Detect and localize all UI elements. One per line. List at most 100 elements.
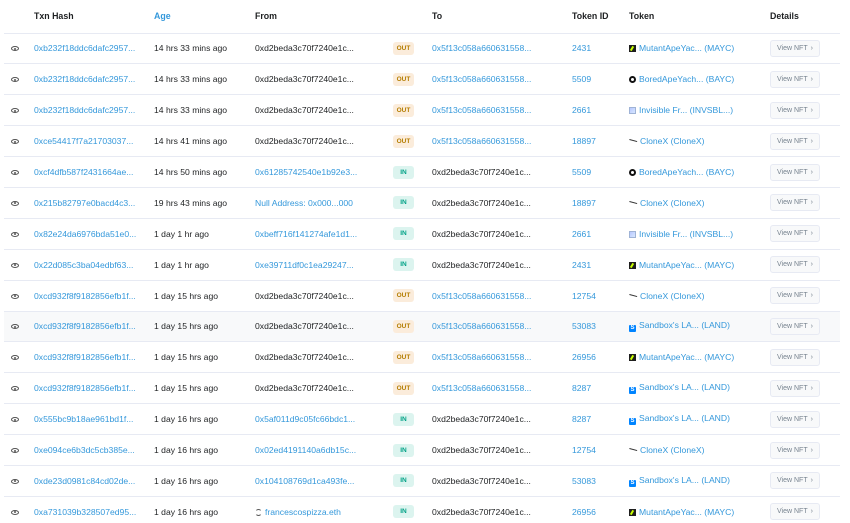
eye-icon[interactable] [11,77,19,83]
txn-hash-link[interactable]: 0x82e24da6976bda51e0... [34,229,136,239]
view-nft-button[interactable]: View NFT › [770,70,820,88]
from-address[interactable]: 0x61285742540e1b92e3... [255,167,357,177]
row-preview-cell[interactable] [4,403,34,436]
row-preview-cell[interactable] [4,341,34,374]
view-nft-button[interactable]: View NFT › [770,39,820,57]
txn-hash-link[interactable]: 0xcd932f8f9182856efb1f... [34,291,136,301]
to-address[interactable]: 0x5f13c058a660631558... [432,74,531,84]
row-preview-cell[interactable] [4,156,34,188]
row-preview-cell[interactable] [4,187,34,219]
eye-icon[interactable] [11,448,19,454]
row-preview-cell[interactable] [4,280,34,312]
txn-hash-link[interactable]: 0xb232f18ddc6dafc2957... [34,43,135,53]
from-address[interactable]: 0xe39711df0c1ea29247... [255,260,354,270]
txn-hash-link[interactable]: 0x555bc9b18ae961bd1f... [34,414,133,424]
row-preview-cell[interactable] [4,372,34,405]
eye-icon[interactable] [11,108,19,114]
token-link[interactable]: BoredApeYach... (BAYC) [639,74,734,84]
token-id-link[interactable]: 2431 [572,260,591,270]
token-link[interactable]: MutantApeYac... (MAYC) [639,507,734,517]
from-address[interactable]: 0x02ed4191140a6db15c... [255,445,356,455]
eye-icon[interactable] [11,46,19,52]
token-id-link[interactable]: 26956 [572,352,596,362]
to-address[interactable]: 0x5f13c058a660631558... [432,105,531,115]
token-id-link[interactable]: 2431 [572,43,591,53]
from-address[interactable]: 0x5af011d9c05fc66bdc1... [255,414,355,424]
eye-icon[interactable] [11,478,19,484]
row-preview-cell[interactable] [4,311,34,343]
view-nft-button[interactable]: View NFT › [770,132,820,150]
token-link[interactable]: MutantApeYac... (MAYC) [639,43,734,53]
txn-hash-link[interactable]: 0xcd932f8f9182856efb1f... [34,321,136,331]
view-nft-button[interactable]: View NFT › [770,101,820,119]
token-id-link[interactable]: 8287 [572,383,591,393]
token-id-link[interactable]: 53083 [572,321,596,331]
eye-icon[interactable] [11,324,19,330]
eye-icon[interactable] [11,200,19,206]
header-age[interactable]: Age [154,0,255,34]
txn-hash-link[interactable]: 0xde23d0981c84cd02de... [34,476,135,486]
token-link[interactable]: BoredApeYach... (BAYC) [639,167,734,177]
txn-hash-link[interactable]: 0xcd932f8f9182856efb1f... [34,383,136,393]
view-nft-button[interactable]: View NFT › [770,194,820,212]
view-nft-button[interactable]: View NFT › [770,379,820,397]
token-link[interactable]: MutantApeYac... (MAYC) [639,352,734,362]
eye-icon[interactable] [11,386,19,392]
view-nft-button[interactable]: View NFT › [770,441,820,459]
token-link[interactable]: Sandbox's LA... (LAND) [639,382,730,392]
token-link[interactable]: CloneX (CloneX) [640,291,704,301]
row-preview-cell[interactable] [4,249,34,281]
view-nft-button[interactable]: View NFT › [770,410,820,428]
row-preview-cell[interactable] [4,94,34,127]
eye-icon[interactable] [11,170,19,175]
txn-hash-link[interactable]: 0xcd932f8f9182856efb1f... [34,352,136,362]
row-preview-cell[interactable] [4,465,34,497]
view-nft-button[interactable]: View NFT › [770,472,820,490]
eye-icon[interactable] [11,139,19,145]
txn-hash-link[interactable]: 0xb232f18ddc6dafc2957... [34,105,135,115]
row-preview-cell[interactable] [4,218,34,250]
token-link[interactable]: CloneX (CloneX) [640,136,704,146]
row-preview-cell[interactable] [4,125,34,158]
from-address[interactable]: 0xbeff716f141274afe1d1... [255,229,357,239]
to-address[interactable]: 0x5f13c058a660631558... [432,383,531,393]
row-preview-cell[interactable] [4,63,34,96]
view-nft-button[interactable]: View NFT › [770,503,820,521]
eye-icon[interactable] [11,231,19,237]
to-address[interactable]: 0x5f13c058a660631558... [432,136,531,146]
token-id-link[interactable]: 8287 [572,414,591,424]
view-nft-button[interactable]: View NFT › [770,287,820,305]
view-nft-button[interactable]: View NFT › [770,225,820,243]
view-nft-button[interactable]: View NFT › [770,317,820,335]
view-nft-button[interactable]: View NFT › [770,348,820,366]
token-id-link[interactable]: 2661 [572,229,591,239]
txn-hash-link[interactable]: 0xa731039b328507ed95... [34,507,136,517]
token-link[interactable]: Invisible Fr... (INVSBL...) [639,105,733,115]
eye-icon[interactable] [11,262,19,268]
token-id-link[interactable]: 12754 [572,445,596,455]
token-id-link[interactable]: 18897 [572,136,596,146]
token-id-link[interactable]: 18897 [572,198,596,208]
txn-hash-link[interactable]: 0xcf4dfb587f2431664ae... [34,167,133,177]
token-link[interactable]: Sandbox's LA... (LAND) [639,320,730,330]
from-address[interactable]: Null Address: 0x000...000 [255,198,353,208]
token-id-link[interactable]: 12754 [572,291,596,301]
eye-icon[interactable] [11,355,19,361]
token-link[interactable]: CloneX (CloneX) [640,445,704,455]
token-link[interactable]: Invisible Fr... (INVSBL...) [639,229,733,239]
row-preview-cell[interactable] [4,434,34,466]
token-link[interactable]: Sandbox's LA... (LAND) [639,413,730,423]
row-preview-cell[interactable] [4,496,34,523]
txn-hash-link[interactable]: 0xb232f18ddc6dafc2957... [34,74,135,84]
token-id-link[interactable]: 2661 [572,105,591,115]
token-link[interactable]: CloneX (CloneX) [640,198,704,208]
to-address[interactable]: 0x5f13c058a660631558... [432,352,531,362]
txn-hash-link[interactable]: 0x22d085c3ba04edbf63... [34,260,133,270]
token-link[interactable]: Sandbox's LA... (LAND) [639,475,730,485]
eye-icon[interactable] [11,417,19,423]
from-address[interactable]: francescospizza.eth [265,507,341,517]
txn-hash-link[interactable]: 0xe094ce6b3dc5cb385e... [34,445,135,455]
token-link[interactable]: MutantApeYac... (MAYC) [639,260,734,270]
to-address[interactable]: 0x5f13c058a660631558... [432,321,531,331]
token-id-link[interactable]: 26956 [572,507,596,517]
